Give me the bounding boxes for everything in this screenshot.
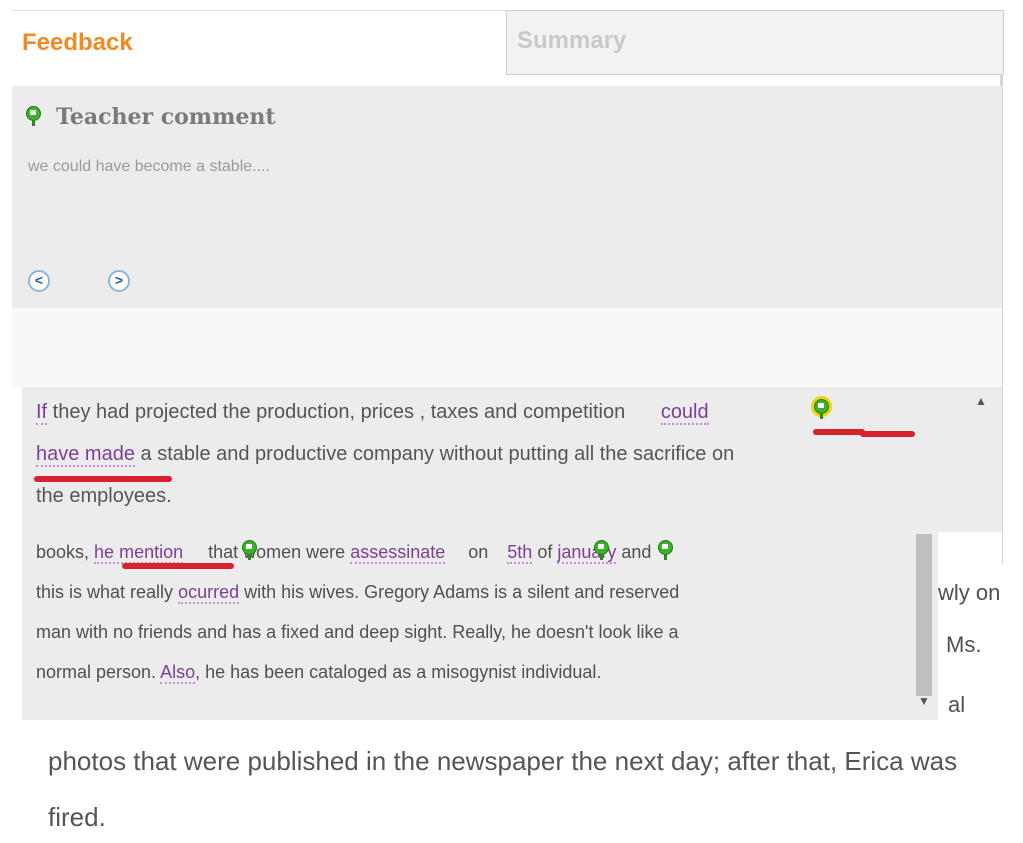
next-comment-button[interactable]: > [108,270,130,292]
essay-text-box-2: books, he mention that women were assess… [22,532,938,720]
essay2-line-1: books, he mention that women were assess… [36,542,652,564]
essay2-line-4: normal person. Also, he has been catalog… [36,662,602,684]
partial-text: Ms. [946,632,982,657]
annotation-underline [860,431,915,437]
tab-summary[interactable]: Summary [506,10,1004,75]
error-link-5th[interactable]: 5th [507,542,533,564]
essay2-line-3: man with no friends and has a fixed and … [36,622,679,642]
error-link-ocurred[interactable]: ocurred [178,582,240,604]
essay-text-box-1: If they had projected the production, pr… [22,387,1002,532]
essay2-line-2: this is what really ocurred with his wiv… [36,582,680,604]
essay2-text: and [616,542,652,562]
error-link-if[interactable]: If [36,401,48,425]
scroll-down-arrow-icon[interactable]: ▼ [918,694,930,708]
teacher-comment-panel: Teacher comment we could have become a s… [12,86,1002,308]
essay2-text: that women were [203,542,351,562]
background-text-area: wly on Ms. al [938,532,1002,720]
scroll-up-arrow-icon[interactable]: ▲ [975,394,987,408]
previous-comment-button[interactable]: < [28,270,50,292]
background-text-bottom: photos that were published in the newspa… [12,720,1002,843]
spacer-band [12,308,1002,388]
teacher-comment-text: we could have become a stable.... [28,158,270,175]
annotation-underline [122,563,234,569]
comment-marker-icon[interactable] [242,540,257,560]
essay1-line-3: the employees. [36,485,172,507]
essay2-text: this is what really [36,582,179,602]
chevron-left-icon: < [34,272,44,288]
error-link-have-made[interactable]: have made [36,443,135,467]
partial-text: wly on [938,580,1001,605]
comment-marker-icon[interactable] [658,540,673,560]
bottom-text-line-1: photos that were published in the newspa… [48,746,958,776]
essay1-line-2: have made a stable and productive compan… [36,443,735,467]
tab-divider [506,74,1002,75]
tab-feedback[interactable]: Feedback [12,10,506,87]
essay1-line-1: If they had projected the production, pr… [36,401,709,425]
essay1-text: a stable and productive company without … [134,443,735,465]
comment-marker-icon[interactable] [594,540,609,560]
partial-text: al [948,692,966,717]
error-link-also[interactable]: Also [160,662,196,684]
essay2-text: on [463,542,494,562]
error-link-could[interactable]: could [660,401,709,425]
error-link-he-mention[interactable]: he mention [94,542,184,564]
essay2-text: with his wives. Gregory Adams is a silen… [239,582,680,602]
tab-feedback-label: Feedback [22,29,133,56]
essay2-text: normal person. [36,662,161,682]
annotation-underline [34,476,172,482]
teacher-comment-title: Teacher comment [56,104,276,130]
tab-summary-label: Summary [517,27,627,54]
essay-scrollbar[interactable] [916,534,932,696]
chevron-right-icon: > [114,272,124,288]
essay1-text: they had projected the production, price… [47,401,631,423]
essay2-text: of [532,542,558,562]
annotation-underline [813,429,865,435]
essay2-text: books, [36,542,95,562]
comment-pin-icon [26,106,41,126]
comment-marker-icon[interactable] [814,399,829,419]
essay2-text: , he has been cataloged as a misogynist … [195,662,602,682]
bottom-text-line-2: fired. [48,802,106,832]
error-link-assessinate[interactable]: assessinate [350,542,446,564]
